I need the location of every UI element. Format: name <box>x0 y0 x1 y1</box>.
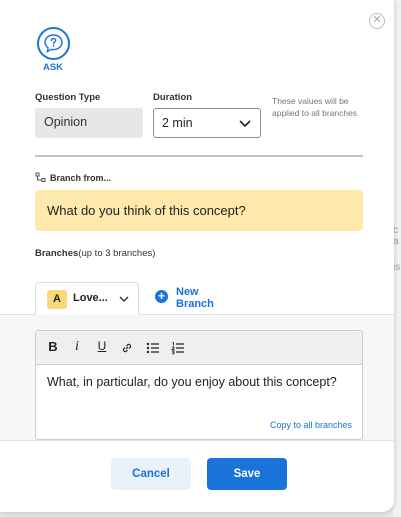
copy-to-all-branches-link[interactable]: Copy to all branches <box>270 420 352 430</box>
branch-question-dialog: ✕ ASK Question Type Opinion Duration 2 m… <box>0 0 394 512</box>
plus-icon[interactable]: + <box>155 290 168 303</box>
underline-button[interactable]: U <box>93 339 111 353</box>
duration-select[interactable]: 2 min <box>153 108 261 138</box>
question-type-field: Opinion <box>35 108 143 138</box>
branch-from-label: Branch from... <box>50 173 112 183</box>
cancel-button[interactable]: Cancel <box>111 458 191 490</box>
close-icon: ✕ <box>372 14 382 26</box>
branch-badge: A <box>47 290 67 309</box>
duration-label: Duration <box>153 92 193 103</box>
numbered-list-icon[interactable] <box>169 341 187 355</box>
close-button[interactable]: ✕ <box>369 13 385 29</box>
chevron-down-icon <box>239 120 251 128</box>
question-bubble-icon <box>37 27 70 60</box>
link-icon[interactable] <box>118 341 136 355</box>
branch-text-editor[interactable]: B i U What, in particular, do you enjoy … <box>35 330 363 440</box>
parent-question: What do you think of this concept? <box>35 190 363 231</box>
branch-icon <box>35 172 46 182</box>
branch-tab-label: Love... <box>73 292 108 304</box>
branches-label: Branches(up to 3 branches) <box>35 248 156 259</box>
new-branch-button[interactable]: New Branch <box>176 286 214 310</box>
editor-toolbar: B i U <box>36 331 362 365</box>
background-page-sliver: c a is <box>393 0 401 517</box>
shared-values-hint: These values will be applied to all bran… <box>272 96 358 118</box>
section-divider <box>35 155 363 157</box>
question-type-label: Question Type <box>35 92 101 103</box>
branch-question-text[interactable]: What, in particular, do you enjoy about … <box>47 374 347 391</box>
bold-button[interactable]: B <box>44 339 62 354</box>
italic-button[interactable]: i <box>68 339 86 355</box>
ask-label: ASK <box>42 62 64 73</box>
bullet-list-icon[interactable] <box>144 341 162 355</box>
dialog-footer: Cancel Save <box>0 440 394 512</box>
chevron-down-icon <box>119 296 129 302</box>
branches-sublabel: (up to 3 branches) <box>78 248 156 259</box>
save-button[interactable]: Save <box>207 458 287 490</box>
branch-tab-a[interactable]: A Love... <box>35 282 139 315</box>
duration-value: 2 min <box>162 116 193 130</box>
